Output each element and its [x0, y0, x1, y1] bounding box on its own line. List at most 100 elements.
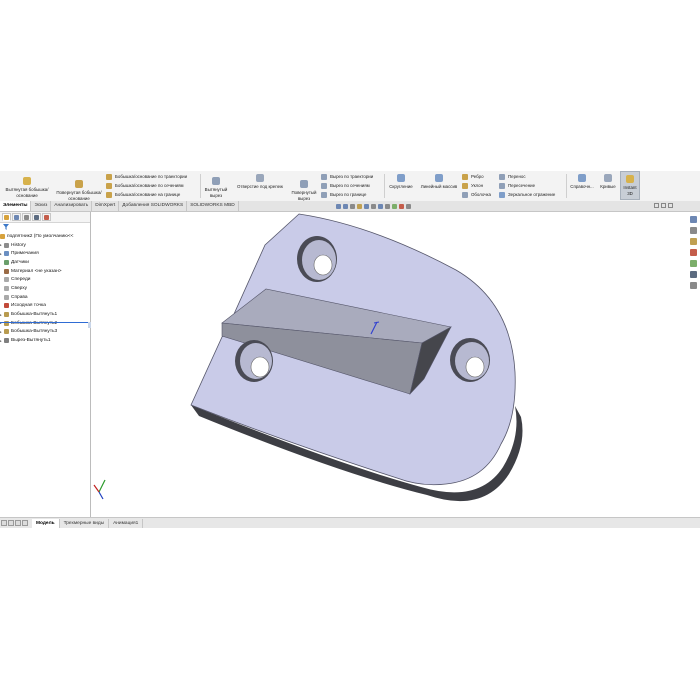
next-tab-icon[interactable] [15, 520, 21, 526]
display-manager-icon [44, 214, 49, 220]
boundary-boss-button[interactable]: Бобышка/основание на границе [106, 190, 180, 199]
hole-3 [450, 338, 490, 382]
extruded-cut-button[interactable]: Вытянутый вырез [202, 177, 230, 198]
view-orientation-icon[interactable] [371, 204, 376, 209]
shell-button[interactable]: Оболочка [462, 190, 491, 199]
boundary-boss-icon [106, 191, 112, 198]
tree-item-label: Материал <не указан> [11, 268, 62, 274]
panel-tabs [0, 212, 90, 223]
tree-item-label: Справа [11, 294, 28, 300]
rib-button[interactable]: Ребро [462, 172, 484, 181]
command-manager-ribbon: Вытянутая бобышка/основание Повернутая б… [0, 171, 700, 202]
feature-tree: подпятник2 (По умолчанию<< ▸ History ▸ Прим… [0, 232, 90, 345]
hole-wizard-button[interactable]: Отверстие под крепеж [231, 174, 289, 190]
tab-model[interactable]: Модель [32, 518, 60, 528]
configuration-manager-icon [24, 214, 29, 220]
tree-item[interactable]: ▸ History [0, 241, 90, 250]
property-manager-tab[interactable] [12, 213, 21, 221]
tree-item-label: Спереди [11, 277, 31, 283]
extruded-cut-icon [212, 177, 220, 185]
lofted-cut-button[interactable]: Вырез по сечениям [321, 181, 370, 190]
ribbon-separator [200, 174, 201, 198]
tree-item[interactable]: Материал <не указан> [0, 267, 90, 276]
view-settings-icon[interactable] [406, 204, 411, 209]
minimize-icon[interactable] [654, 203, 659, 208]
revolved-boss-button[interactable]: Повернутая бобышка/основание [54, 180, 104, 201]
previous-view-icon[interactable] [350, 204, 355, 209]
tab-mbd[interactable]: SOLIDWORKS MBD [187, 201, 239, 211]
configuration-manager-tab[interactable] [22, 213, 31, 221]
extruded-boss-button[interactable]: Вытянутая бобышка/основание [2, 177, 52, 198]
tree-item[interactable]: ▸ Бобышка-Вытянуть1 [0, 310, 90, 319]
tab-animation[interactable]: Анимация1 [109, 518, 144, 528]
tab-3d-views[interactable]: Трехмерные виды [60, 518, 110, 528]
close-icon[interactable] [668, 203, 673, 208]
lofted-boss-button[interactable]: Бобышка/основание по сечениям [106, 181, 184, 190]
tree-item[interactable]: Спереди [0, 275, 90, 284]
zoom-to-fit-icon[interactable] [336, 204, 341, 209]
forum-icon[interactable] [690, 282, 697, 289]
tree-item[interactable]: ▸ Примечания [0, 249, 90, 258]
prev-tab-icon[interactable] [8, 520, 14, 526]
display-style-icon[interactable] [378, 204, 383, 209]
design-library-icon[interactable] [690, 227, 697, 234]
solidworks-resources-icon[interactable] [690, 216, 697, 223]
draft-icon [462, 182, 468, 189]
custom-properties-icon[interactable] [690, 271, 697, 278]
fillet-icon [397, 174, 405, 182]
reference-geometry-button[interactable]: Справочн... [567, 174, 597, 190]
rollback-bar[interactable] [0, 322, 90, 323]
zoom-area-icon[interactable] [343, 204, 348, 209]
section-view-icon[interactable] [357, 204, 362, 209]
swept-cut-button[interactable]: Вырез по траектории [321, 172, 373, 181]
last-tab-icon[interactable] [22, 520, 28, 526]
hole-2 [235, 340, 273, 382]
tree-item-label: Вырез-Вытянуть1 [11, 338, 51, 344]
view-triad-icon [93, 479, 106, 500]
wrap-icon [499, 173, 505, 180]
tab-evaluate[interactable]: Анализировать [51, 201, 93, 211]
dimxpert-manager-tab[interactable] [32, 213, 41, 221]
curves-button[interactable]: Кривые [597, 174, 619, 190]
tree-item[interactable]: ▸ Бобышка-Вытянуть2 [0, 319, 90, 328]
hide-show-items-icon[interactable] [385, 204, 390, 209]
mirror-button[interactable]: Зеркальное отражение [499, 190, 555, 199]
hole-wizard-icon [256, 174, 264, 182]
tab-addins[interactable]: Добавления SOLIDWORKS [119, 201, 188, 211]
graphics-viewport[interactable] [91, 212, 700, 517]
tab-sketch[interactable]: Эскиз [31, 201, 52, 211]
appearances-icon[interactable] [690, 260, 697, 267]
tree-item[interactable]: Исходная точка [0, 302, 90, 311]
tab-features[interactable]: Элементы [0, 201, 32, 211]
filter-icon[interactable] [3, 224, 9, 230]
restore-icon[interactable] [661, 203, 666, 208]
rib-icon [462, 173, 468, 180]
tab-dimxpert[interactable]: DimXpert [92, 201, 120, 211]
edit-appearance-icon[interactable] [392, 204, 397, 209]
intersect-button[interactable]: Пересечение [499, 181, 535, 190]
curves-icon [604, 174, 612, 182]
tree-item[interactable]: Датчики [0, 258, 90, 267]
tree-item[interactable]: ▸ Вырез-Вытянуть1 [0, 336, 90, 345]
draft-button[interactable]: Уклон [462, 181, 483, 190]
feature-manager-tab[interactable] [2, 213, 11, 221]
linear-pattern-button[interactable]: Линейный массив [416, 174, 462, 190]
view-palette-icon[interactable] [690, 249, 697, 256]
display-manager-tab[interactable] [42, 213, 51, 221]
apply-scene-icon[interactable] [399, 204, 404, 209]
tree-item[interactable]: ▸ Бобышка-Вытянуть3 [0, 328, 90, 337]
tree-item[interactable]: Сверху [0, 284, 90, 293]
swept-boss-button[interactable]: Бобышка/основание по траектории [106, 172, 187, 181]
tree-root-part[interactable]: подпятник2 (По умолчанию<< [0, 232, 90, 241]
fillet-button[interactable]: Скругление [385, 174, 417, 190]
boundary-cut-button[interactable]: Вырез по границе [321, 190, 366, 199]
file-explorer-icon[interactable] [690, 238, 697, 245]
first-tab-icon[interactable] [1, 520, 7, 526]
instant3d-button[interactable]: Instant 3D [620, 171, 640, 200]
revolved-cut-button[interactable]: Повернутый вырез [289, 180, 319, 201]
tree-item[interactable]: Справа [0, 293, 90, 302]
dynamic-annotation-icon[interactable] [364, 204, 369, 209]
wrap-button[interactable]: Перенос [499, 172, 526, 181]
task-pane-tabs [688, 216, 700, 296]
part-model[interactable] [91, 212, 700, 517]
